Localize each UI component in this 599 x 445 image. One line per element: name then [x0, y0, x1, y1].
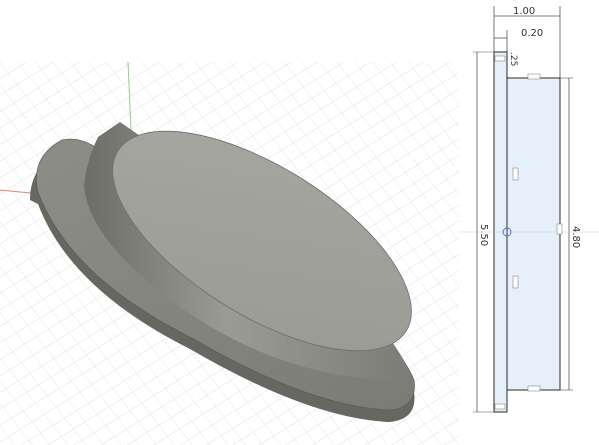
sketch-canvas[interactable]: 1.00 0.20 5.50 4.80 .25 — [459, 0, 599, 445]
viewport-canvas[interactable] — [0, 62, 459, 445]
3d-viewport[interactable] — [0, 62, 459, 445]
constraint-icon[interactable] — [512, 275, 519, 289]
dim-body-height[interactable]: 4.80 — [570, 226, 581, 248]
dim-small-gap[interactable]: .25 — [508, 52, 518, 66]
constraint-icon[interactable] — [556, 223, 563, 235]
dim-flange-height[interactable]: 5.50 — [478, 224, 489, 246]
constraint-icon[interactable] — [494, 403, 506, 410]
constraint-icon[interactable] — [527, 385, 541, 392]
constraint-icon[interactable] — [527, 73, 541, 80]
sketch-drawing-panel[interactable]: 1.00 0.20 5.50 4.80 .25 — [459, 0, 599, 445]
dim-flange-width[interactable]: 0.20 — [521, 28, 543, 39]
boss-profile[interactable] — [506, 77, 561, 391]
constraint-icon[interactable] — [494, 55, 506, 62]
constraint-icon[interactable] — [512, 167, 519, 181]
dim-overall-width[interactable]: 1.00 — [513, 6, 535, 17]
